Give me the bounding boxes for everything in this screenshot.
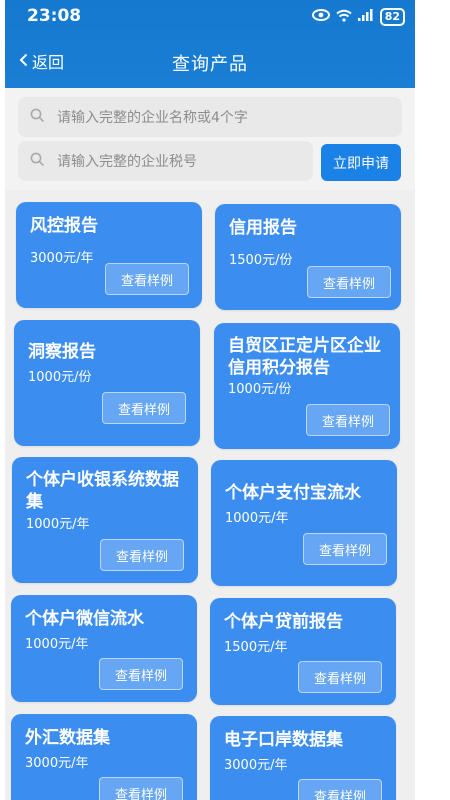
product-card[interactable]: 个体户微信流水 1000元/年 查看样例: [11, 595, 197, 702]
view-sample-button[interactable]: 查看样例: [102, 392, 186, 424]
product-title: 个体户贷前报告: [224, 612, 343, 632]
status-time: 23:08: [27, 6, 82, 26]
view-sample-button[interactable]: 查看样例: [298, 779, 382, 800]
product-title: 电子口岸数据集: [224, 730, 343, 750]
view-sample-button[interactable]: 查看样例: [303, 533, 387, 565]
status-icons: 82: [311, 8, 405, 26]
product-price: 3000元/年: [30, 251, 94, 266]
product-price: 3000元/年: [25, 756, 89, 771]
product-card[interactable]: 电子口岸数据集 3000元/年 查看样例: [210, 716, 396, 800]
product-price: 1000元/份: [28, 370, 92, 385]
product-card[interactable]: 洞察报告 1000元/份 查看样例: [14, 320, 200, 446]
product-title: 个体户微信流水: [25, 609, 144, 629]
view-sample-button[interactable]: 查看样例: [298, 661, 382, 693]
apply-now-button[interactable]: 立即申请: [321, 144, 401, 181]
product-price: 1000元/年: [25, 637, 89, 652]
search-icon: [18, 152, 57, 171]
product-card[interactable]: 个体户贷前报告 1500元/年 查看样例: [210, 598, 396, 705]
wifi-icon: [336, 9, 352, 26]
view-sample-button[interactable]: 查看样例: [99, 777, 183, 800]
product-price: 1500元/份: [229, 253, 293, 268]
product-price: 1500元/年: [224, 640, 288, 655]
company-name-placeholder: 请输入完整的企业名称或4个字: [57, 110, 248, 126]
product-title: 风控报告: [30, 216, 98, 236]
battery-icon: 82: [379, 8, 405, 26]
product-title: 信用报告: [229, 218, 297, 238]
product-card[interactable]: 风控报告 3000元/年 查看样例: [16, 202, 202, 308]
tax-id-search-input[interactable]: 请输入完整的企业税号: [18, 141, 313, 181]
product-price: 1000元/份: [228, 382, 292, 397]
product-card[interactable]: 个体户收银系统数据集 1000元/年 查看样例: [12, 457, 198, 583]
company-name-search-input[interactable]: 请输入完整的企业名称或4个字: [18, 97, 402, 137]
view-sample-button[interactable]: 查看样例: [307, 266, 391, 298]
product-card[interactable]: 自贸区正定片区企业信用积分报告 1000元/份 查看样例: [214, 323, 400, 449]
app-screen: 23:08 82 返回 查询产品 请输入完整的企业名称或4个字 请输入完整的企业…: [5, 0, 415, 800]
view-sample-button[interactable]: 查看样例: [306, 404, 390, 436]
eye-icon: [311, 9, 330, 25]
product-price: 3000元/年: [224, 758, 288, 773]
signal-icon: [357, 9, 374, 25]
product-title: 个体户支付宝流水: [225, 483, 361, 503]
view-sample-button[interactable]: 查看样例: [99, 658, 183, 690]
page-title: 查询产品: [172, 54, 248, 75]
view-sample-button[interactable]: 查看样例: [105, 263, 189, 295]
product-price: 1000元/年: [26, 517, 90, 532]
search-icon: [18, 108, 57, 127]
product-title: 外汇数据集: [25, 728, 110, 748]
product-title: 洞察报告: [28, 342, 96, 362]
product-card[interactable]: 个体户支付宝流水 1000元/年 查看样例: [211, 460, 397, 586]
tax-id-placeholder: 请输入完整的企业税号: [57, 154, 197, 170]
view-sample-button[interactable]: 查看样例: [100, 539, 184, 571]
top-bar: 23:08 82 返回 查询产品: [5, 0, 415, 88]
product-card[interactable]: 外汇数据集 3000元/年 查看样例: [11, 714, 197, 800]
product-price: 1000元/年: [225, 511, 289, 526]
product-title: 自贸区正定片区企业信用积分报告: [228, 336, 381, 378]
product-grid: 风控报告 3000元/年 查看样例 信用报告 1500元/份 查看样例 洞察报告…: [5, 190, 415, 800]
product-card[interactable]: 信用报告 1500元/份 查看样例: [215, 204, 401, 310]
product-title: 个体户收银系统数据集: [26, 470, 179, 512]
